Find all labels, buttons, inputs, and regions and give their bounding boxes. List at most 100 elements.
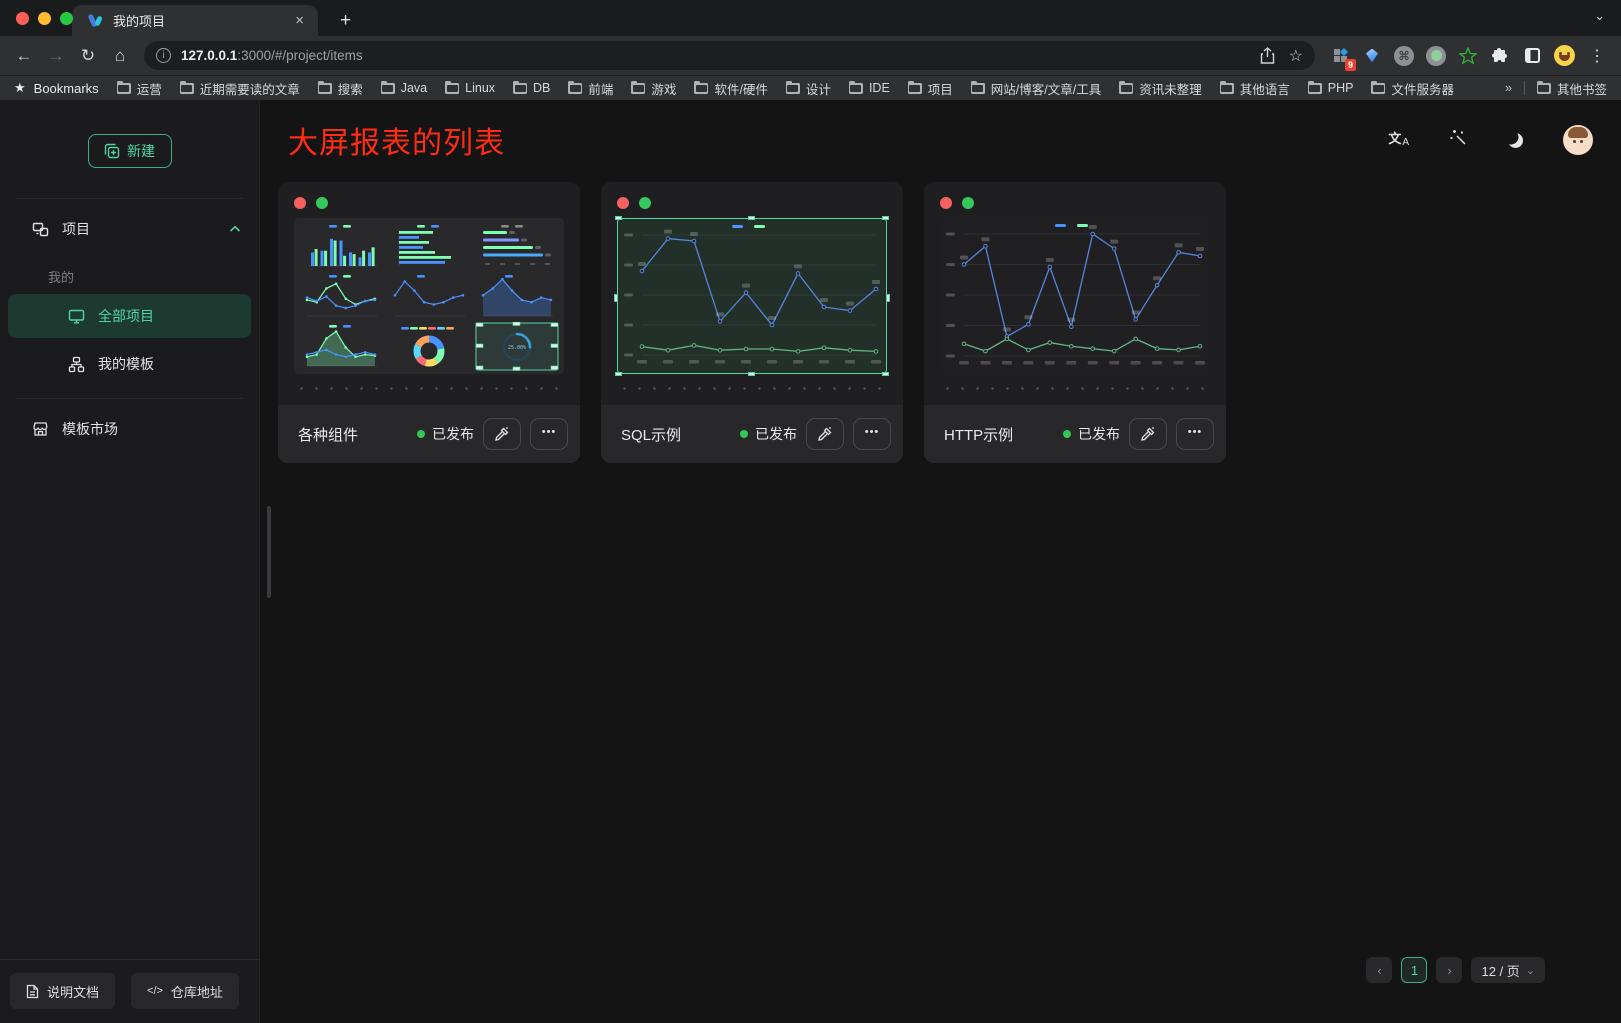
- page-size-label: 12 / 页: [1481, 961, 1519, 980]
- current-page-button[interactable]: 1: [1401, 957, 1427, 983]
- edit-project-button[interactable]: [483, 418, 521, 450]
- chevron-up-icon[interactable]: [229, 225, 241, 233]
- more-actions-button[interactable]: •••: [530, 418, 568, 450]
- bookmark-folder[interactable]: 设计: [786, 79, 831, 98]
- bookmark-folder[interactable]: 其他语言: [1220, 79, 1290, 98]
- bookmark-folder[interactable]: 运营: [117, 79, 162, 98]
- dotted-separator: [936, 387, 1214, 390]
- bookmark-folder[interactable]: Java: [381, 79, 427, 98]
- command-extension-icon[interactable]: ⌘: [1393, 45, 1415, 67]
- minimize-window-button[interactable]: [38, 12, 51, 25]
- bookmark-folder[interactable]: 项目: [908, 79, 953, 98]
- more-actions-button[interactable]: •••: [1176, 418, 1214, 450]
- user-avatar[interactable]: [1563, 125, 1593, 155]
- emoji-extension-icon[interactable]: [1553, 45, 1575, 67]
- browser-tab[interactable]: 我的项目 ×: [72, 5, 318, 36]
- bookmark-folder[interactable]: 文件服务器: [1371, 79, 1454, 98]
- zoom-window-button[interactable]: [60, 12, 73, 25]
- home-button[interactable]: ⌂: [106, 42, 134, 70]
- new-tab-button[interactable]: +: [334, 10, 357, 36]
- bookmark-folder[interactable]: 游戏: [631, 79, 676, 98]
- selection-handle[interactable]: [615, 216, 622, 220]
- bookmarks-root[interactable]: ★ Bookmarks: [14, 80, 99, 96]
- docs-button[interactable]: 说明文档: [10, 973, 115, 1009]
- selection-handle[interactable]: [748, 372, 755, 376]
- sidebar-section-project[interactable]: 项目: [0, 207, 259, 251]
- sidebar-divider: [16, 398, 243, 399]
- next-page-button[interactable]: ›: [1436, 957, 1462, 983]
- project-title: HTTP示例: [944, 424, 1013, 445]
- url-text[interactable]: 127.0.0.1:3000/#/project/items: [181, 48, 1250, 63]
- dotted-separator: [290, 387, 568, 390]
- bookmarks-overflow-chevron[interactable]: »: [1505, 81, 1512, 95]
- sidebar-item-all-projects[interactable]: 全部项目: [8, 294, 251, 338]
- new-project-button[interactable]: 新建: [88, 134, 172, 168]
- project-preview-thumbnail[interactable]: [940, 218, 1210, 374]
- bookmark-folder[interactable]: 前端: [568, 79, 613, 98]
- bookmark-star-icon[interactable]: ☆: [1289, 46, 1303, 66]
- site-info-icon[interactable]: i: [156, 48, 171, 63]
- card-green-dot-icon: [962, 197, 974, 209]
- mini-chart-hbars: [385, 221, 473, 271]
- project-card[interactable]: HTTP示例 已发布 •••: [924, 182, 1226, 463]
- repo-button[interactable]: </> 仓库地址: [131, 973, 239, 1009]
- url-bar[interactable]: i 127.0.0.1:3000/#/project/items ☆: [144, 41, 1315, 70]
- close-window-button[interactable]: [16, 12, 29, 25]
- language-toggle-button[interactable]: 文A: [1388, 132, 1409, 148]
- bookmark-folder[interactable]: Linux: [445, 79, 495, 98]
- selection-handle[interactable]: [748, 216, 755, 220]
- extensions-puzzle-icon[interactable]: [1489, 45, 1511, 67]
- project-card[interactable]: SQL示例 已发布 •••: [601, 182, 903, 463]
- magic-wand-button[interactable]: [1449, 128, 1468, 152]
- sidebar-item-template-market-label: 模板市场: [62, 419, 118, 439]
- bookmark-folder-label: 网站/博客/文章/工具: [991, 79, 1101, 98]
- bookmark-folder[interactable]: 软件/硬件: [694, 79, 767, 98]
- selection-handle[interactable]: [614, 294, 618, 302]
- selection-handle[interactable]: [615, 372, 622, 376]
- bookmark-folder[interactable]: 搜索: [318, 79, 363, 98]
- bookmark-folder[interactable]: DB: [513, 79, 550, 98]
- forward-button[interactable]: →: [42, 42, 70, 70]
- chrome-menu-icon[interactable]: ⋮: [1583, 46, 1611, 66]
- tab-close-icon[interactable]: ×: [291, 12, 308, 29]
- reload-button[interactable]: ↻: [74, 42, 102, 70]
- dark-mode-moon-icon[interactable]: [1508, 133, 1523, 148]
- project-card[interactable]: 25.00% 各种组件 已发布 •••: [278, 182, 580, 463]
- bookmark-folder[interactable]: 资讯未整理: [1119, 79, 1202, 98]
- page-size-select[interactable]: 12 / 页 ⌄: [1471, 957, 1545, 983]
- recorder-extension-icon[interactable]: [1425, 45, 1447, 67]
- star-extension-icon[interactable]: [1457, 45, 1479, 67]
- scrollbar-thumb[interactable]: [267, 506, 271, 598]
- selection-handle[interactable]: [886, 294, 890, 302]
- bookmark-folder[interactable]: PHP: [1308, 79, 1354, 98]
- svg-text:25.00%: 25.00%: [508, 345, 526, 351]
- folder-icon: [445, 83, 459, 94]
- sidebar-divider: [16, 198, 243, 199]
- back-button[interactable]: ←: [10, 42, 38, 70]
- other-bookmarks-folder[interactable]: 其他书签: [1537, 79, 1607, 98]
- bookmark-folder[interactable]: 网站/博客/文章/工具: [971, 79, 1101, 98]
- card-red-dot-icon: [940, 197, 952, 209]
- selection-handle[interactable]: [882, 216, 889, 220]
- new-project-label: 新建: [127, 141, 155, 161]
- folder-icon: [694, 83, 708, 94]
- gem-extension-icon[interactable]: [1361, 45, 1383, 67]
- sidebar-item-my-templates[interactable]: 我的模板: [8, 342, 251, 386]
- prev-page-button[interactable]: ‹: [1366, 957, 1392, 983]
- share-icon[interactable]: [1260, 47, 1275, 64]
- edit-project-button[interactable]: [1129, 418, 1167, 450]
- bookmark-folder[interactable]: 近期需要读的文章: [180, 79, 300, 98]
- sidebar-item-template-market[interactable]: 模板市场: [0, 407, 259, 451]
- bookmark-folder-label: 运营: [137, 79, 162, 98]
- project-preview-thumbnail[interactable]: 25.00%: [294, 218, 564, 374]
- bookmark-folder[interactable]: IDE: [849, 79, 890, 98]
- more-actions-button[interactable]: •••: [853, 418, 891, 450]
- folder-icon: [381, 83, 395, 94]
- sidebar-toggle-icon[interactable]: [1521, 45, 1543, 67]
- selection-handle[interactable]: [882, 372, 889, 376]
- tab-search-chevron-icon[interactable]: ⌄: [1594, 8, 1605, 24]
- project-preview-thumbnail[interactable]: [617, 218, 887, 374]
- bookmark-folder-label: PHP: [1328, 81, 1354, 95]
- edit-project-button[interactable]: [806, 418, 844, 450]
- tampermonkey-icon[interactable]: 9: [1329, 45, 1351, 67]
